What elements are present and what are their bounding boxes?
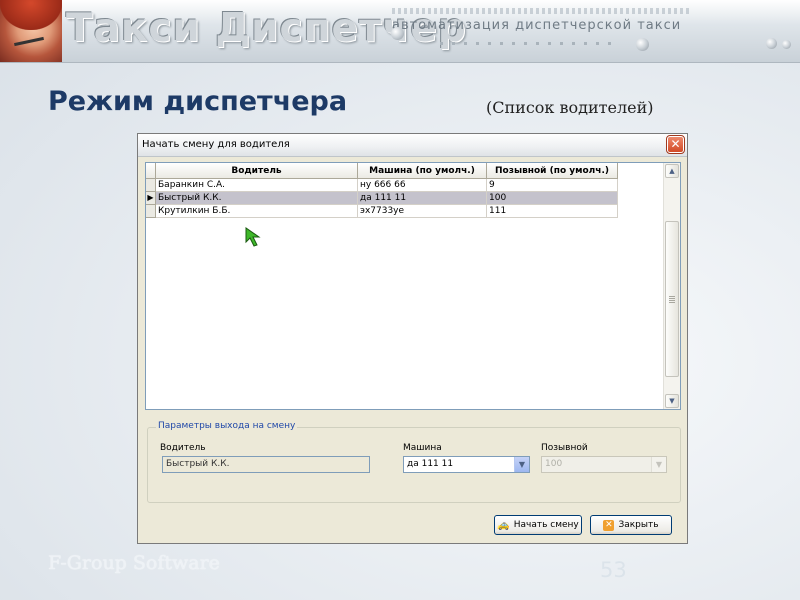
company-footer: F-Group Software bbox=[48, 552, 220, 574]
table-header: Водитель Машина (по умолч.) Позывной (по… bbox=[146, 163, 618, 179]
car-label: Машина bbox=[403, 443, 442, 453]
orb-icon bbox=[766, 38, 777, 49]
chevron-down-icon[interactable]: ▼ bbox=[514, 457, 529, 472]
start-shift-button-label: Начать смену bbox=[513, 520, 579, 530]
callsign-cell[interactable]: 9 bbox=[487, 179, 618, 192]
car-select[interactable]: да 111 11 ▼ bbox=[403, 456, 530, 473]
column-header-callsign[interactable]: Позывной (по умолч.) bbox=[487, 163, 618, 179]
current-row-arrow-icon: ▶ bbox=[146, 192, 156, 205]
shift-parameters-group: Параметры выхода на смену Водитель Быстр… bbox=[147, 421, 681, 503]
callsign-select-value: 100 bbox=[545, 459, 563, 469]
close-button-label: Закрыть bbox=[618, 520, 659, 530]
start-shift-dialog: Начать смену для водителя ✕ Водитель Маш… bbox=[137, 133, 688, 544]
callsign-cell[interactable]: 111 bbox=[487, 205, 618, 218]
table-row[interactable]: Крутилкин Б.Б. эх7733уе 111 bbox=[146, 205, 618, 218]
driver-cell[interactable]: Баранкин С.А. bbox=[156, 179, 358, 192]
close-icon: ✕ bbox=[603, 519, 615, 531]
row-indicator bbox=[146, 179, 156, 192]
column-header-car[interactable]: Машина (по умолч.) bbox=[358, 163, 487, 179]
drivers-table: Водитель Машина (по умолч.) Позывной (по… bbox=[145, 162, 681, 410]
column-header-driver[interactable]: Водитель bbox=[156, 163, 358, 179]
window-title: Начать смену для водителя bbox=[142, 139, 290, 150]
table-row[interactable]: Баранкин С.А. ну 666 66 9 bbox=[146, 179, 618, 192]
header-banner: Такси Диспетчер автоматизация диспетчерс… bbox=[0, 0, 800, 63]
mouse-cursor-icon bbox=[245, 227, 261, 247]
car-cell[interactable]: эх7733уе bbox=[358, 205, 487, 218]
car-cell[interactable]: да 111 11 bbox=[358, 192, 487, 205]
callsign-select: 100 ▼ bbox=[541, 456, 667, 473]
driver-label: Водитель bbox=[160, 443, 206, 453]
page-title: Режим диспетчера bbox=[48, 86, 348, 117]
table-body: Баранкин С.А. ну 666 66 9 ▶ Быстрый К.К.… bbox=[146, 179, 618, 218]
close-window-button[interactable]: ✕ bbox=[666, 135, 685, 154]
driver-field: Быстрый К.К. bbox=[162, 456, 370, 473]
scroll-down-icon[interactable]: ▼ bbox=[665, 394, 679, 408]
close-button[interactable]: ✕ Закрыть bbox=[590, 515, 672, 535]
decorative-dots bbox=[392, 8, 692, 14]
row-indicator bbox=[146, 205, 156, 218]
scroll-up-icon[interactable]: ▲ bbox=[665, 164, 679, 178]
driver-cell[interactable]: Крутилкин Б.Б. bbox=[156, 205, 358, 218]
orb-icon bbox=[636, 38, 649, 51]
brand-tagline: автоматизация диспетчерской такси bbox=[392, 18, 682, 33]
page-subtitle: (Список водителей) bbox=[486, 98, 654, 117]
callsign-cell[interactable]: 100 bbox=[487, 192, 618, 205]
page-number: 53 bbox=[600, 558, 627, 582]
orb-icon bbox=[391, 27, 404, 40]
decorative-dots bbox=[440, 42, 620, 45]
vertical-scrollbar[interactable]: ▲ ▼ bbox=[663, 163, 680, 409]
orb-icon bbox=[782, 40, 791, 49]
chevron-down-icon: ▼ bbox=[651, 457, 666, 472]
operator-photo bbox=[0, 0, 62, 62]
callsign-label: Позывной bbox=[541, 443, 588, 453]
row-indicator-header bbox=[146, 163, 156, 179]
car-select-value: да 111 11 bbox=[407, 459, 454, 469]
table-row-selected[interactable]: ▶ Быстрый К.К. да 111 11 100 bbox=[146, 192, 618, 205]
car-icon: 🚕 bbox=[497, 519, 510, 531]
car-cell[interactable]: ну 666 66 bbox=[358, 179, 487, 192]
window-titlebar[interactable]: Начать смену для водителя ✕ bbox=[138, 134, 687, 157]
group-legend: Параметры выхода на смену bbox=[156, 421, 298, 431]
start-shift-button[interactable]: 🚕 Начать смену bbox=[494, 515, 582, 535]
driver-cell[interactable]: Быстрый К.К. bbox=[156, 192, 358, 205]
scroll-thumb[interactable] bbox=[665, 221, 679, 377]
